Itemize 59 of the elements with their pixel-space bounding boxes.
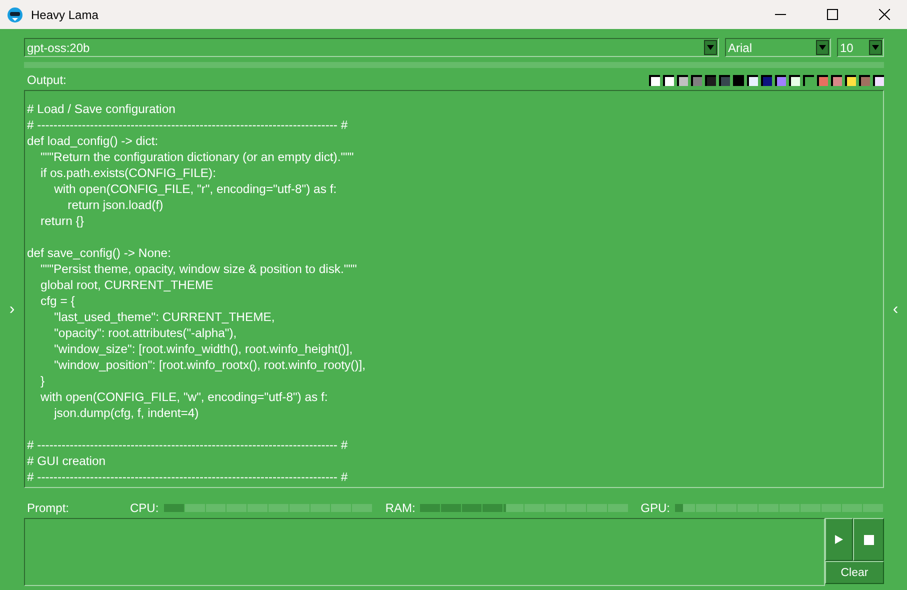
prompt-label: Prompt:: [26, 501, 70, 515]
color-swatch[interactable]: [775, 74, 786, 86]
clear-button[interactable]: Clear: [825, 561, 884, 584]
color-swatch[interactable]: [803, 74, 814, 86]
output-label: Output:: [26, 73, 68, 87]
color-swatch[interactable]: [873, 74, 884, 86]
code-line: if os.path.exists(CONFIG_FILE):: [40, 165, 217, 181]
model-dropdown[interactable]: gpt-oss:20b: [24, 38, 719, 57]
code-line: global root, CURRENT_THEME: [40, 277, 214, 293]
meter-label: GPU:: [640, 501, 670, 515]
code-line: def save_config() -> None:: [27, 245, 172, 261]
code-line: # GUI creation: [27, 453, 107, 469]
color-swatch[interactable]: [733, 74, 744, 86]
font-dropdown[interactable]: Arial: [725, 38, 831, 57]
window-title: Heavy Lama: [31, 8, 100, 22]
code-line: json.dump(cfg, f, indent=4): [52, 405, 200, 421]
code-line: def load_config() -> dict:: [27, 133, 160, 149]
stop-button[interactable]: [853, 518, 884, 561]
code-line: with open(CONFIG_FILE, "w", encoding="utf-8") as f:: [40, 389, 329, 405]
code-line: cfg = {: [40, 293, 76, 309]
play-icon: [835, 535, 843, 544]
color-swatch[interactable]: [719, 74, 730, 86]
color-swatch[interactable]: [831, 74, 842, 86]
prompt-input-field[interactable]: [24, 518, 825, 586]
meter-label: CPU:: [130, 501, 159, 515]
app-icon: [7, 6, 23, 22]
color-swatch[interactable]: [649, 74, 660, 86]
font-size-dropdown[interactable]: 10: [837, 38, 884, 57]
code-line: "last_used_theme": CURRENT_THEME,: [53, 309, 276, 325]
code-line: # Load / Save configuration: [27, 101, 176, 117]
code-line: # -------------------------------------------------------------------------- #: [27, 469, 349, 485]
send-button[interactable]: [825, 518, 853, 561]
color-swatch[interactable]: [705, 74, 716, 86]
code-line: # -------------------------------------------------------------------------- #: [27, 117, 349, 133]
code-line: }: [40, 373, 46, 389]
stop-icon: [864, 534, 874, 544]
maximize-icon[interactable]: [827, 9, 838, 20]
expand-right-panel-arrow[interactable]: ‹: [892, 302, 898, 318]
color-swatch[interactable]: [817, 74, 828, 86]
color-swatch[interactable]: [859, 74, 870, 86]
code-line: return {}: [40, 213, 85, 229]
code-line: "opacity": root.attributes("-alpha"),: [53, 325, 238, 341]
expand-left-panel-arrow[interactable]: ›: [9, 302, 15, 318]
color-swatch[interactable]: [663, 74, 674, 86]
meter-label: RAM:: [385, 501, 416, 515]
color-swatch[interactable]: [761, 74, 772, 86]
code-line: with open(CONFIG_FILE, "r", encoding="utf-8") as f:: [53, 181, 338, 197]
code-line: """Return the configuration dictionary (or an empty dict).""": [40, 149, 355, 165]
color-swatch[interactable]: [677, 74, 688, 86]
color-swatch[interactable]: [747, 74, 758, 86]
color-swatch[interactable]: [789, 74, 800, 86]
code-line: return json.load(f): [66, 197, 164, 213]
code-line: # -------------------------------------------------------------------------- #: [27, 437, 349, 453]
close-icon[interactable]: [879, 9, 890, 20]
color-swatch[interactable]: [691, 74, 702, 86]
code-line: "window_size": [root.winfo_width(), root.winfo_height()],: [53, 341, 354, 357]
code-line: """Persist theme, opacity, window size & position to disk.""": [40, 261, 358, 277]
color-swatch[interactable]: [845, 74, 856, 86]
code-line: "window_position": [root.winfo_rootx(), root.winfo_rooty()],: [53, 357, 367, 373]
